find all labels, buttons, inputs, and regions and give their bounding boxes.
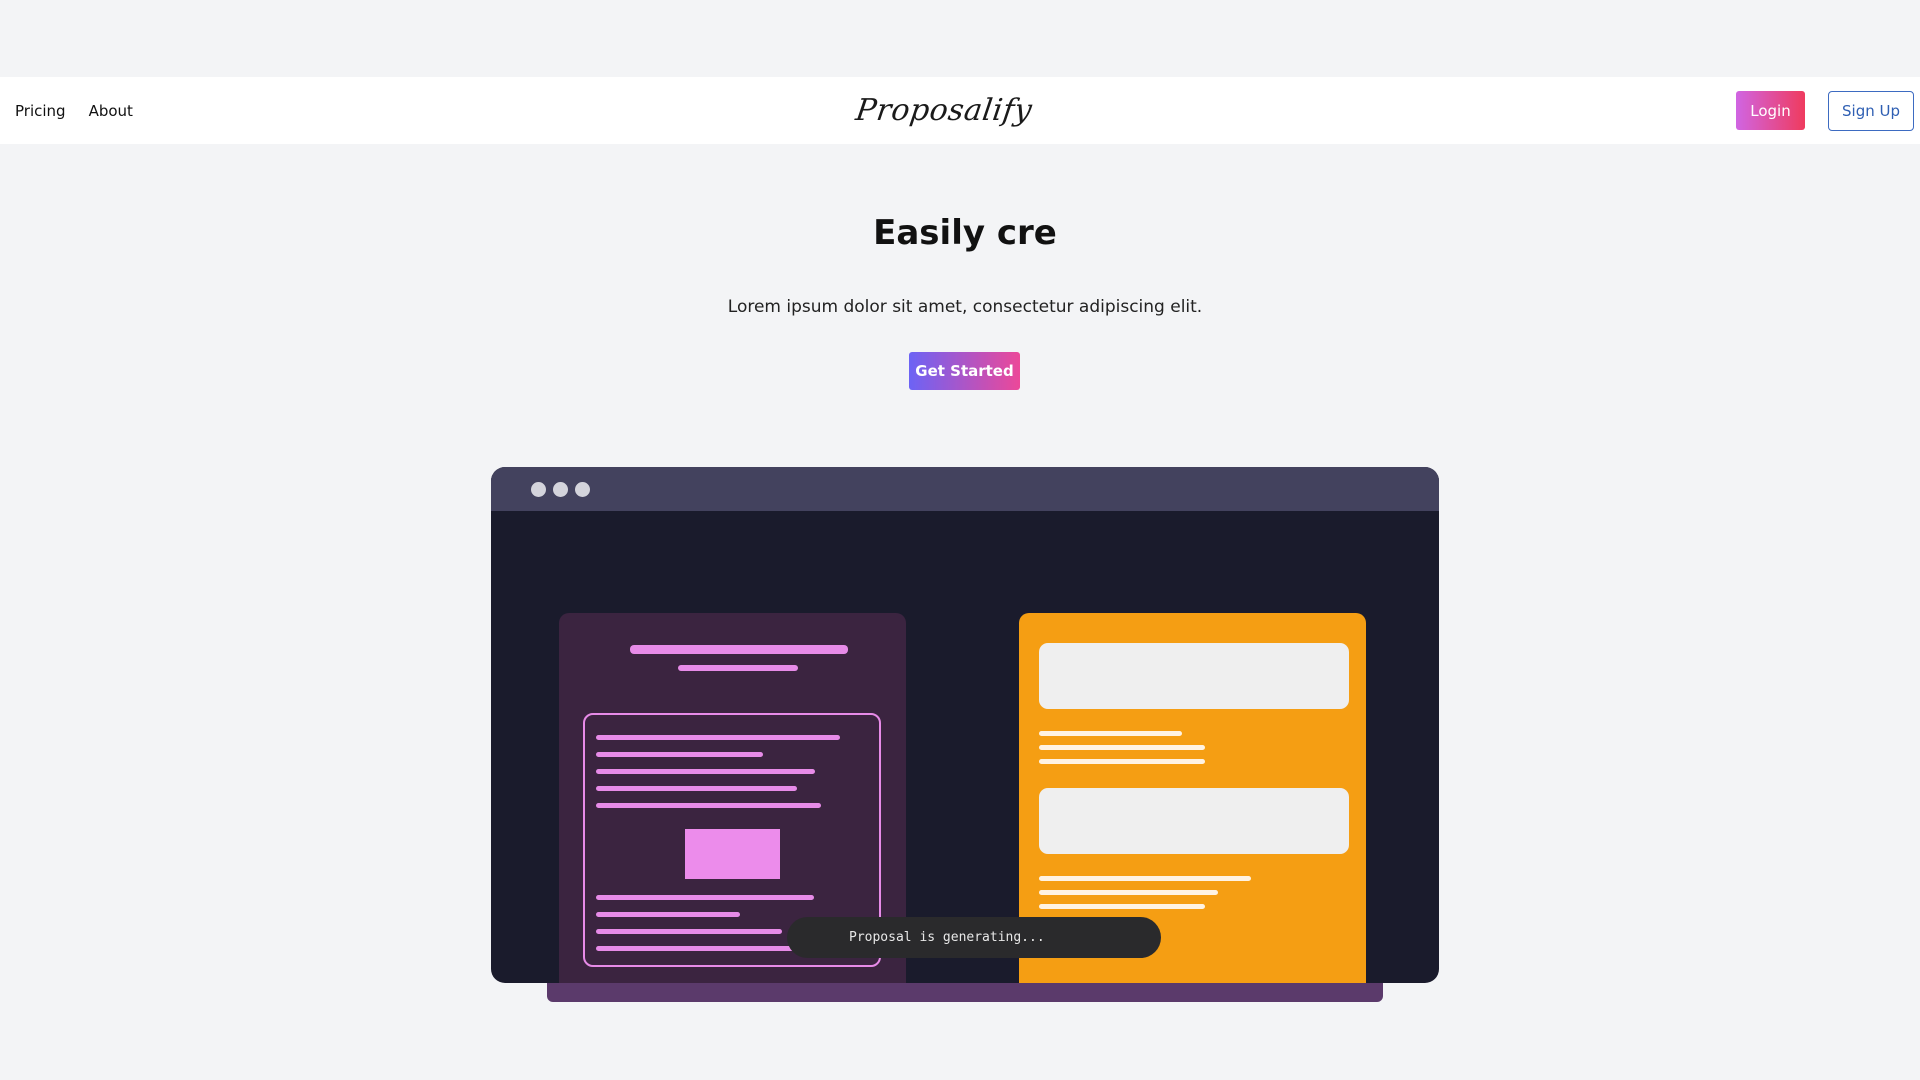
preview-line [1039, 890, 1218, 895]
laptop-base [547, 980, 1383, 1002]
preview-block [1039, 788, 1349, 854]
brand-logo: Proposalify [0, 77, 1920, 144]
hero-title: Easily cre [873, 213, 1057, 253]
window-dot-icon [531, 482, 546, 497]
heading-line [630, 645, 848, 654]
text-line [596, 752, 763, 757]
subheading-line [678, 665, 798, 671]
generating-status-toast: Proposal is generating... [787, 917, 1161, 958]
window-dot-icon [575, 482, 590, 497]
window-title-bar [491, 467, 1439, 511]
text-line [596, 786, 797, 791]
text-line [596, 929, 782, 934]
get-started-button[interactable]: Get Started [909, 352, 1020, 390]
auth-buttons: Login Sign Up [1736, 77, 1914, 144]
window-dot-icon [553, 482, 568, 497]
hero-subtitle: Lorem ipsum dolor sit amet, consectetur … [727, 297, 1203, 317]
preview-line [1039, 731, 1182, 736]
brand-name[interactable]: Proposalify [854, 93, 1035, 128]
nav-link-pricing[interactable]: Pricing [15, 102, 66, 120]
nav-links: Pricing About [15, 77, 133, 144]
preview-block [1039, 643, 1349, 709]
text-line [596, 895, 814, 900]
nav-link-about[interactable]: About [89, 102, 133, 120]
text-line [596, 803, 821, 808]
preview-line [1039, 876, 1251, 881]
navbar: Pricing About Proposalify Login Sign Up [0, 77, 1920, 144]
image-placeholder [685, 829, 780, 879]
preview-line [1039, 745, 1205, 750]
login-button[interactable]: Login [1736, 91, 1805, 130]
preview-line [1039, 759, 1205, 764]
signup-button[interactable]: Sign Up [1828, 90, 1914, 131]
preview-line [1039, 904, 1205, 909]
app-window-illustration: Proposal is generating... [491, 467, 1439, 983]
text-line [596, 769, 815, 774]
text-line [596, 735, 840, 740]
text-line [596, 912, 740, 917]
